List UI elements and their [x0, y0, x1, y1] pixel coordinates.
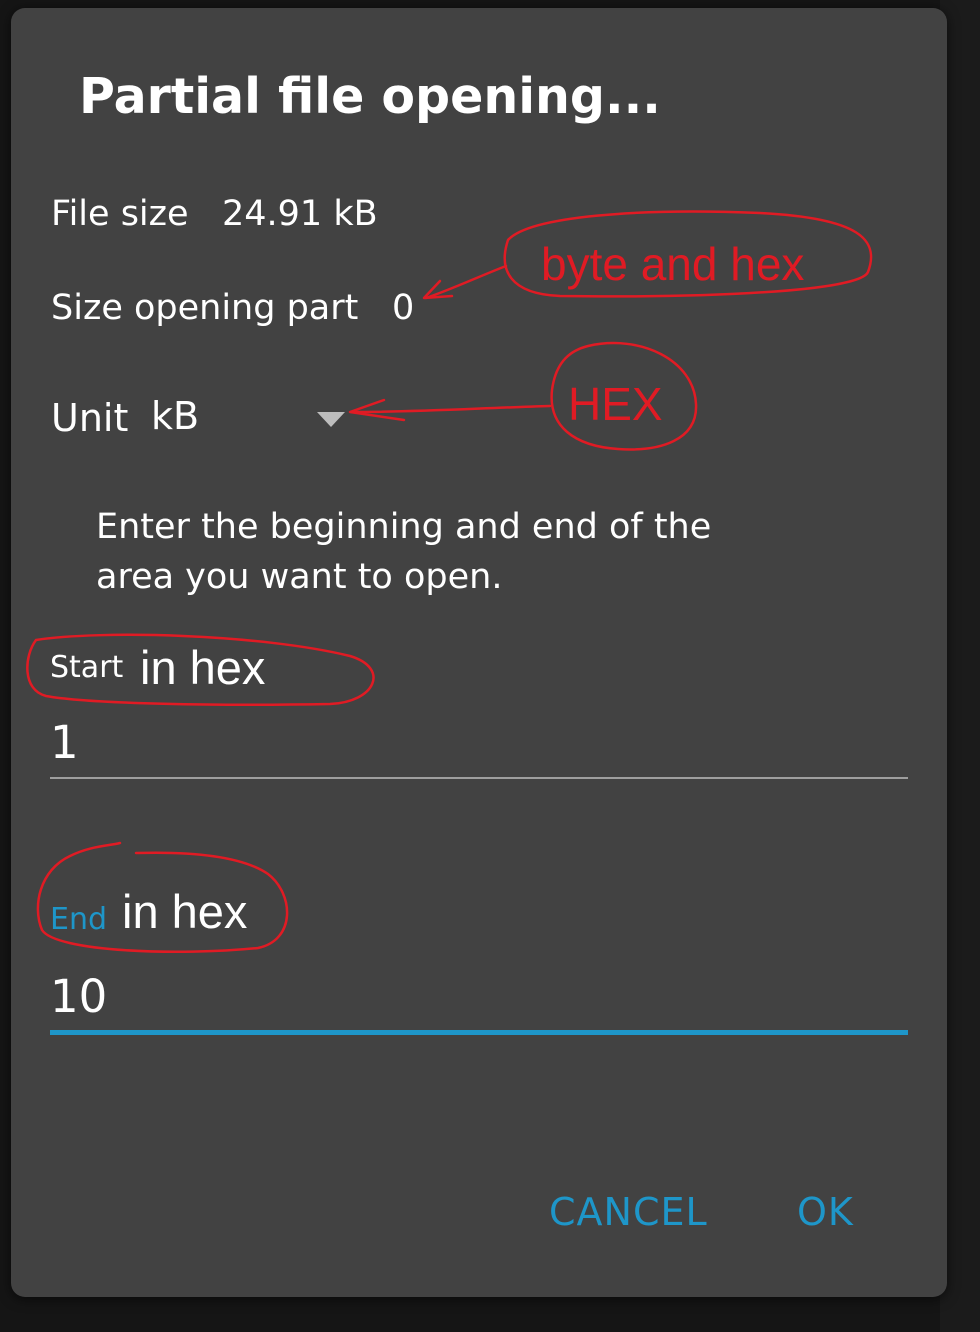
unit-selected-value: kB	[151, 394, 200, 438]
end-in-hex-note: in hex	[122, 885, 248, 938]
triangle-down-icon[interactable]	[317, 412, 345, 427]
end-input[interactable]	[50, 966, 908, 1026]
unit-label: Unit	[51, 396, 129, 440]
end-field-underline-focused	[50, 1030, 908, 1035]
unit-dropdown[interactable]: kB	[151, 390, 351, 446]
cancel-button[interactable]: CANCEL	[549, 1190, 708, 1234]
start-field-label: Start	[50, 650, 124, 685]
instruction-text: Enter the beginning and end of the area …	[96, 507, 712, 597]
dialog-title: Partial file opening...	[79, 68, 661, 125]
start-in-hex-note: in hex	[140, 641, 266, 694]
start-field-underline	[50, 777, 908, 779]
size-opening-label: Size opening part	[51, 288, 359, 328]
file-size-value: 24.91 kB	[222, 194, 378, 234]
ok-button[interactable]: OK	[797, 1190, 854, 1234]
end-field-label: End	[50, 902, 108, 937]
size-opening-value: 0	[392, 288, 415, 328]
file-size-label: File size	[51, 194, 189, 234]
start-input[interactable]	[50, 712, 908, 772]
